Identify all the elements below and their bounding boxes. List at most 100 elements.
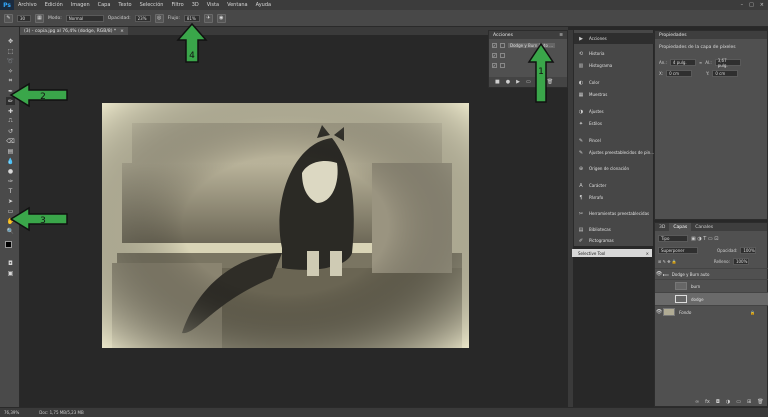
layer-filter-select[interactable]: Tipo xyxy=(658,235,688,242)
panel-menu-icon[interactable]: ≡ xyxy=(559,33,567,38)
menu-item-ayuda[interactable]: Ayuda xyxy=(252,2,275,8)
dodge-tool-icon[interactable]: ● xyxy=(6,167,15,175)
document-image[interactable] xyxy=(102,103,469,348)
brush-preset-icon[interactable]: ✎ xyxy=(4,13,13,23)
y-field[interactable]: 0 cm xyxy=(712,70,739,77)
menu-item-3d[interactable]: 3D xyxy=(188,2,203,8)
layer-row-group[interactable]: 👁 ▸▭ Dodge y Burn auto xyxy=(655,268,768,279)
panel-item-historia[interactable]: ⟲ Historia xyxy=(574,48,654,59)
layer-row-fondo[interactable]: 👁 Fondo 🔒 xyxy=(655,305,768,318)
close-tab-icon[interactable]: × xyxy=(120,29,124,34)
menu-item-imagen[interactable]: Imagen xyxy=(67,2,94,8)
type-tool-icon[interactable]: T xyxy=(6,187,15,195)
document-tab[interactable]: (3) - copia.jpg al 76,4% (dodge, RGB/8) … xyxy=(20,27,128,35)
maximize-icon[interactable]: □ xyxy=(749,2,754,8)
panel-item-muestras[interactable]: ▦ Muestras xyxy=(574,89,654,100)
blur-tool-icon[interactable]: 💧 xyxy=(6,157,15,165)
panel-item-acciones[interactable]: ▶ Acciones xyxy=(574,33,654,44)
panel-item-parrafo[interactable]: ¶ Párrafo xyxy=(574,192,654,203)
panel-item-pictogramas[interactable]: ✐ Pictogramas xyxy=(574,235,654,246)
checkbox-icon[interactable]: ✓ xyxy=(492,43,497,48)
panel-item-color[interactable]: ◐ Color xyxy=(574,77,654,88)
menu-item-archivo[interactable]: Archivo xyxy=(14,2,41,8)
mode-select[interactable]: Normal xyxy=(65,14,104,22)
filter-pixel-icon[interactable]: ▣ ◑ T ▭ ⊡ xyxy=(691,236,718,242)
screen-mode-icon[interactable]: ▣ xyxy=(6,269,15,277)
panel-item-ajustes[interactable]: ◑ Ajustes xyxy=(574,106,654,117)
fx-icon[interactable]: fx xyxy=(705,399,710,405)
menu-item-texto[interactable]: Texto xyxy=(114,2,135,8)
tab-capas[interactable]: Capas xyxy=(669,223,692,231)
lasso-tool-icon[interactable]: ➰ xyxy=(6,57,15,65)
lock-icons[interactable]: ⊞ ✎ ✥ 🔒 xyxy=(658,259,677,264)
layer-row-dodge[interactable]: dodge xyxy=(655,292,768,305)
panel-item-brush-presets[interactable]: ✎ Ajustes preestablecidos de pin... xyxy=(574,147,654,158)
action-row[interactable]: ✓ xyxy=(492,51,508,60)
panel-item-caracter[interactable]: A Carácter xyxy=(574,180,654,191)
tab-canales[interactable]: Canales xyxy=(691,223,717,231)
menu-item-ventana[interactable]: Ventana xyxy=(223,2,252,8)
close-icon[interactable]: × xyxy=(646,251,652,256)
eraser-tool-icon[interactable]: ⌫ xyxy=(6,137,15,145)
zoom-level[interactable]: 76,39% xyxy=(4,410,19,415)
menu-item-edicion[interactable]: Edición xyxy=(41,2,67,8)
panel-item-pincel[interactable]: ✎ Pincel xyxy=(574,135,654,146)
quick-select-tool-icon[interactable]: ✧ xyxy=(6,67,15,75)
delete-layer-icon[interactable]: 🗑 xyxy=(757,399,763,405)
new-layer-icon[interactable]: ⊞ xyxy=(747,399,751,405)
menu-item-vista[interactable]: Vista xyxy=(203,2,223,8)
new-group-icon[interactable]: ▭ xyxy=(736,399,741,405)
dialog-toggle-icon[interactable] xyxy=(500,53,505,58)
play-icon[interactable]: ▶ xyxy=(516,79,520,85)
panel-item-tool-presets[interactable]: ✂ Herramientas preestablecidas xyxy=(574,208,654,219)
link-layers-icon[interactable]: ∞ xyxy=(695,399,699,405)
layer-opacity-field[interactable]: 100% xyxy=(740,247,757,254)
blend-mode-select[interactable]: Superponer xyxy=(658,247,698,254)
pressure-opacity-icon[interactable]: ◎ xyxy=(154,13,164,23)
x-field[interactable]: 0 cm xyxy=(666,70,693,77)
pressure-size-icon[interactable]: ◉ xyxy=(216,13,226,23)
panel-item-histograma[interactable]: ▥ Histograma xyxy=(574,60,654,71)
gradient-tool-icon[interactable]: ▤ xyxy=(6,147,15,155)
visibility-eye-icon[interactable]: 👁 xyxy=(655,309,663,315)
minimize-icon[interactable]: – xyxy=(741,2,744,8)
panel-item-bibliotecas[interactable]: ▤ Bibliotecas xyxy=(574,224,654,235)
flow-field[interactable]: 81% xyxy=(183,14,200,22)
close-icon[interactable]: × xyxy=(760,2,764,8)
fill-field[interactable]: 100% xyxy=(732,258,749,265)
action-row[interactable]: ✓ xyxy=(492,61,508,70)
foreground-color-swatch[interactable] xyxy=(5,241,12,248)
menu-item-capa[interactable]: Capa xyxy=(94,2,115,8)
width-field[interactable]: 4 pulg. xyxy=(669,59,696,66)
marquee-tool-icon[interactable]: ⬚ xyxy=(6,47,15,55)
stop-icon[interactable]: ■ xyxy=(495,79,500,85)
brush-panel-icon[interactable]: ▦ xyxy=(35,13,44,23)
opacity-field[interactable]: 23% xyxy=(134,14,151,22)
pen-tool-icon[interactable]: ✑ xyxy=(6,177,15,185)
layer-row-burn[interactable]: burn xyxy=(655,279,768,292)
dialog-toggle-icon[interactable] xyxy=(500,63,505,68)
checkbox-icon[interactable]: ✓ xyxy=(492,53,497,58)
record-icon[interactable]: ● xyxy=(506,79,510,85)
dialog-toggle-icon[interactable] xyxy=(500,43,505,48)
height-field[interactable]: 3,67 pulg. xyxy=(714,58,741,68)
brush-size-field[interactable]: 30 xyxy=(17,14,31,22)
healing-tool-icon[interactable]: ✚ xyxy=(6,107,15,115)
tab-3d[interactable]: 3D xyxy=(655,223,669,231)
layer-name: Fondo xyxy=(679,309,692,315)
move-tool-icon[interactable]: ✥ xyxy=(6,37,15,45)
panel-item-clone-source[interactable]: ⊕ Origen de clonación xyxy=(574,163,654,174)
menu-item-filtro[interactable]: Filtro xyxy=(167,2,187,8)
link-icon[interactable]: ∞ xyxy=(699,60,702,65)
history-brush-tool-icon[interactable]: ↺ xyxy=(6,127,15,135)
visibility-eye-icon[interactable]: 👁 xyxy=(655,271,663,277)
selective-tool-bar[interactable]: Selective Tool × xyxy=(572,249,652,257)
menu-item-seleccion[interactable]: Selección xyxy=(136,2,168,8)
panel-item-estilos[interactable]: ✦ Estilos xyxy=(574,118,654,129)
checkbox-icon[interactable]: ✓ xyxy=(492,63,497,68)
clone-stamp-tool-icon[interactable]: ⎍ xyxy=(6,117,15,125)
adjustment-layer-icon[interactable]: ◑ xyxy=(726,399,730,405)
quick-mask-icon[interactable]: ◘ xyxy=(6,259,15,267)
path-select-tool-icon[interactable]: ➤ xyxy=(6,197,15,205)
mask-icon[interactable]: ◘ xyxy=(716,399,720,405)
